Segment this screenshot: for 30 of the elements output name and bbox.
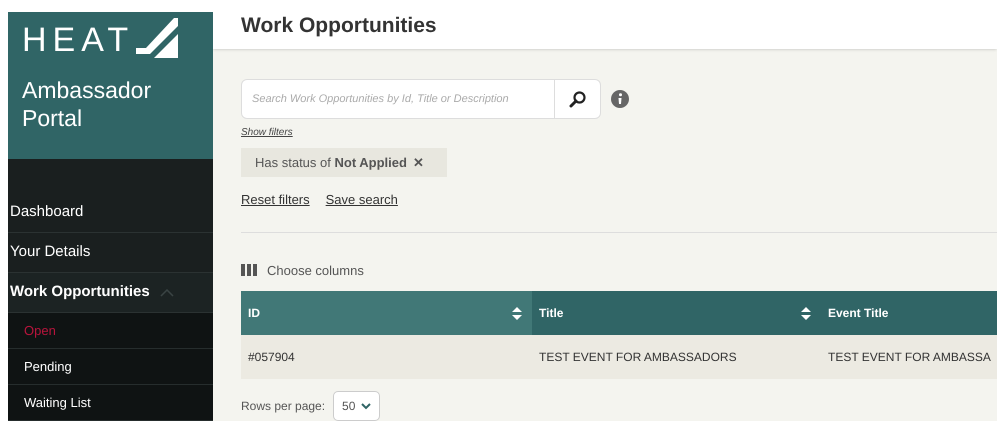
- table-cell-text: #057904: [247, 349, 296, 366]
- sort-icon: [512, 306, 522, 320]
- sort-icon: [801, 306, 811, 320]
- nav-subitem[interactable]: Pending: [8, 349, 213, 385]
- rows-per-page-label: Rows per page:: [241, 398, 326, 415]
- chevron-up-icon: [160, 288, 174, 296]
- info-icon[interactable]: [611, 90, 629, 108]
- rows-per-page-select[interactable]: 50: [333, 391, 380, 421]
- logo-subtitle: Ambassador Portal: [22, 76, 152, 132]
- nav-subitem[interactable]: Waiting List: [8, 385, 213, 421]
- filter-action-link[interactable]: Reset filters: [241, 190, 310, 210]
- column-header-text: Event Title: [828, 305, 888, 322]
- page-title: Work Opportunities: [241, 13, 437, 39]
- search-field[interactable]: Search Work Opportunities by Id, Title or Description: [241, 79, 555, 119]
- search-button[interactable]: [555, 79, 601, 119]
- logo-wordmark: HEAT: [22, 20, 134, 60]
- remove-filter-button[interactable]: ✕: [412, 152, 424, 172]
- table-cell-text: TEST EVENT FOR AMBASSADORS: [538, 349, 738, 366]
- search-icon: [568, 90, 586, 108]
- filter-action-link[interactable]: Save search: [326, 190, 398, 210]
- choose-columns-button[interactable]: Choose columns: [241, 260, 364, 280]
- logo-mark-icon: [136, 16, 180, 60]
- table-cell-text: TEST EVENT FOR AMBASSA: [827, 349, 992, 366]
- filter-chip-text: Has status of Not Applied: [255, 154, 407, 172]
- column-header-text: Title: [539, 305, 564, 322]
- show-filters-link[interactable]: Show filters: [241, 125, 293, 140]
- nav-item[interactable]: Work Opportunities: [8, 273, 213, 313]
- columns-icon: [241, 264, 257, 276]
- chevron-down-icon: [361, 402, 372, 410]
- column-header-text: ID: [248, 305, 260, 322]
